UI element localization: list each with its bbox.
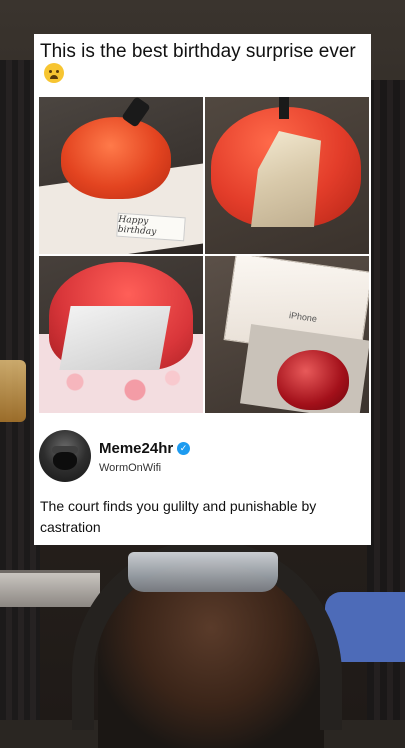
account-handle[interactable]: WormOnWifi bbox=[99, 462, 161, 474]
image-apple-cake[interactable]: Happy birthday bbox=[39, 97, 203, 254]
image-grid: Happy birthday iPhone bbox=[39, 97, 369, 413]
red-apple bbox=[277, 350, 349, 410]
lamp bbox=[0, 360, 26, 422]
image-cut-cake[interactable] bbox=[205, 97, 369, 254]
avatar-gas-mask bbox=[53, 452, 77, 470]
account-avatar[interactable] bbox=[39, 430, 91, 482]
account-name[interactable]: Meme24hr bbox=[99, 440, 173, 457]
post-title: This is the best birthday surprise ever bbox=[40, 40, 364, 86]
image-iphone-box[interactable]: iPhone bbox=[205, 256, 369, 413]
image-cake-open[interactable] bbox=[39, 256, 203, 413]
crying-face-icon bbox=[44, 63, 64, 83]
apple-cake bbox=[61, 117, 171, 199]
post-caption: The court finds you gulilty and punishab… bbox=[40, 498, 317, 535]
keyboard bbox=[0, 570, 100, 607]
verified-badge-icon: ✓ bbox=[177, 442, 190, 455]
cake-crumbs bbox=[45, 366, 195, 406]
person-sunglasses bbox=[128, 552, 278, 592]
happy-birthday-plaque: Happy birthday bbox=[116, 212, 186, 242]
apple-stem bbox=[279, 97, 289, 119]
hidden-box bbox=[59, 306, 171, 370]
post-card: This is the best birthday surprise ever … bbox=[34, 34, 371, 545]
